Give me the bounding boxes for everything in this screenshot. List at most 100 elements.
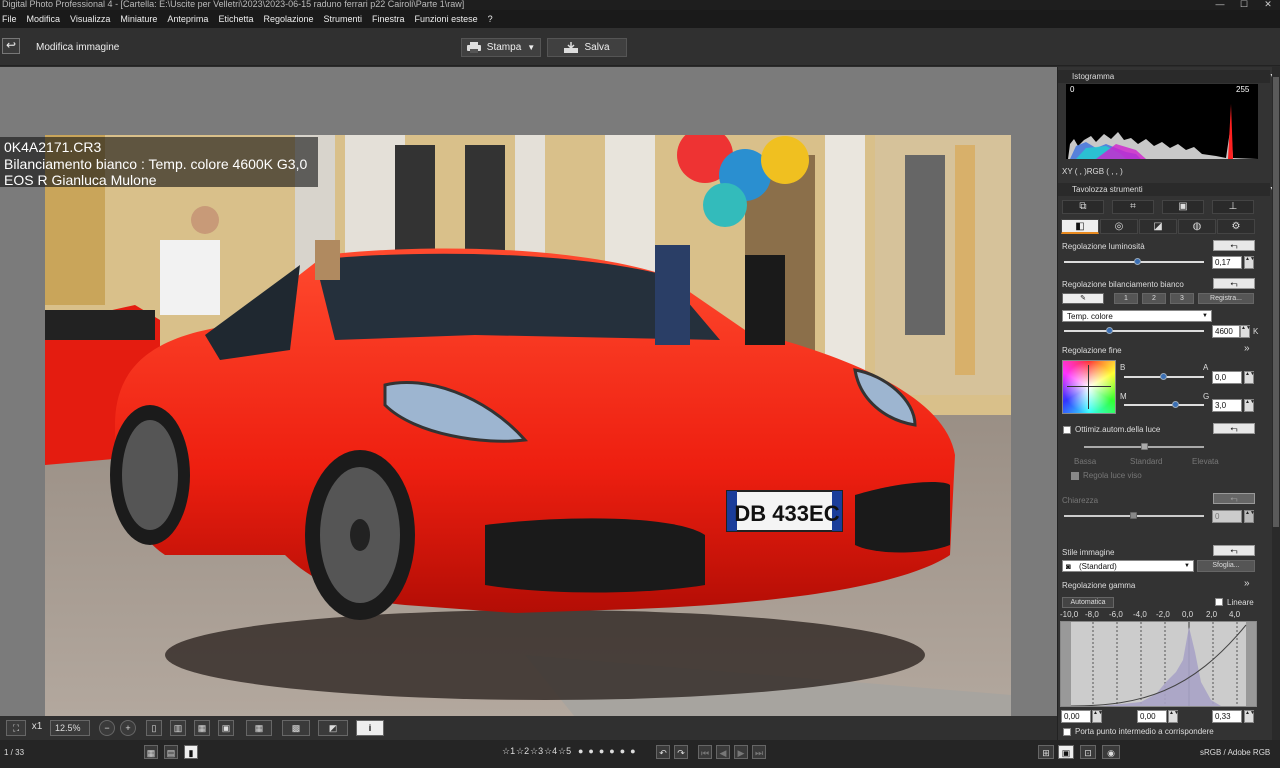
menu-tools[interactable]: Strumenti	[324, 14, 363, 24]
highlight-icon[interactable]: ▩	[282, 720, 310, 736]
prev-image-icon[interactable]: ◀	[716, 745, 730, 759]
chevron-down-icon[interactable]: ▼	[1184, 561, 1190, 572]
clarity-knob[interactable]	[1130, 512, 1137, 519]
clarity-value[interactable]: 0	[1212, 510, 1242, 523]
info-icon[interactable]: i	[356, 720, 384, 736]
rotate-left-icon[interactable]: ↶	[656, 745, 670, 759]
clarity-reset-button[interactable]: ⮢	[1213, 493, 1255, 504]
print-button[interactable]: Stampa ▼	[461, 38, 541, 57]
color-compare-icon[interactable]: ◩	[318, 720, 348, 736]
compare-icon[interactable]: ⊞	[1038, 745, 1054, 759]
brightness-knob[interactable]	[1134, 258, 1141, 265]
fine-mg-spin[interactable]: ▲▼	[1244, 399, 1255, 412]
capture-icon[interactable]: ⊡	[1080, 745, 1096, 759]
tool-crop-icon[interactable]: ⌗	[1112, 200, 1154, 214]
single-view-icon[interactable]: ▮	[184, 745, 198, 759]
menu-preview[interactable]: Anteprima	[167, 14, 208, 24]
picture-style-reset-button[interactable]: ⮢	[1213, 545, 1255, 556]
brightness-value[interactable]: 0,17	[1212, 256, 1242, 269]
color-label-dots[interactable]: ●●●●●●	[578, 746, 641, 756]
menu-adjust[interactable]: Regolazione	[263, 14, 313, 24]
brightness-reset-button[interactable]: ⮢	[1213, 240, 1255, 251]
zoom-select[interactable]: 12.5%	[50, 720, 90, 736]
next-image-icon[interactable]: ▶	[734, 745, 748, 759]
auto-light-knob[interactable]	[1141, 443, 1148, 450]
tab-tone[interactable]: ◪	[1139, 219, 1177, 234]
back-button[interactable]: ↩	[2, 38, 20, 54]
split-view-icon[interactable]: ▦	[194, 720, 210, 736]
rating-3[interactable]: ☆3	[530, 746, 543, 757]
rating-1[interactable]: ☆1	[502, 746, 515, 757]
gamma-low-spin[interactable]: ▲▼	[1092, 710, 1103, 723]
wb-temp-knob[interactable]	[1106, 327, 1113, 334]
gamma-high-value[interactable]: 0,33	[1212, 710, 1242, 723]
zoom-in-button[interactable]: +	[120, 720, 136, 736]
wb-preset-1[interactable]: 1	[1114, 293, 1138, 304]
fine-mg-value[interactable]: 3,0	[1212, 399, 1242, 412]
tool-palette-header[interactable]: Tavolozza strumenti▼	[1058, 183, 1276, 196]
panel-scrollbar[interactable]	[1272, 67, 1280, 740]
fine-ba-spin[interactable]: ▲▼	[1244, 371, 1255, 384]
rating-2[interactable]: ☆2	[516, 746, 529, 757]
fine-mg-knob[interactable]	[1172, 401, 1179, 408]
face-light-checkbox[interactable]	[1071, 472, 1079, 480]
menu-file[interactable]: File	[2, 14, 17, 24]
edit-view-icon[interactable]: ▣	[1058, 745, 1074, 759]
auto-light-checkbox[interactable]	[1063, 426, 1071, 434]
fit-screen-icon[interactable]: ⛶	[6, 720, 26, 736]
tab-color[interactable]: ◍	[1178, 219, 1216, 234]
wb-temp-spin[interactable]: ▲▼	[1240, 325, 1251, 338]
camera-icon[interactable]: ◉	[1102, 745, 1120, 759]
color-wheel[interactable]	[1062, 360, 1116, 414]
tab-lens[interactable]: ◎	[1100, 219, 1138, 234]
eyedropper-icon[interactable]: ✎	[1062, 293, 1104, 304]
menu-window[interactable]: Finestra	[372, 14, 405, 24]
menu-thumbnails[interactable]: Miniature	[120, 14, 157, 24]
close-button[interactable]: ✕	[1256, 0, 1280, 10]
picture-style-select[interactable]: ◙ (Standard) ▼	[1062, 560, 1194, 572]
compare-view-icon[interactable]: ▥	[170, 720, 186, 736]
menu-label[interactable]: Etichetta	[218, 14, 253, 24]
tool-stamp-icon[interactable]: ⊥	[1212, 200, 1254, 214]
double-chevron-icon[interactable]: »	[1244, 343, 1250, 354]
fine-ba-value[interactable]: 0,0	[1212, 371, 1242, 384]
first-image-icon[interactable]: ⏮	[698, 745, 712, 759]
wb-temp-slider[interactable]	[1064, 330, 1204, 332]
chevron-down-icon[interactable]: ▼	[1202, 311, 1208, 322]
rating-5[interactable]: ☆5	[558, 746, 571, 757]
auto-light-reset-button[interactable]: ⮢	[1213, 423, 1255, 434]
last-image-icon[interactable]: ⏭	[752, 745, 766, 759]
menu-help[interactable]: ?	[488, 14, 493, 24]
save-button[interactable]: Salva	[547, 38, 627, 57]
gamma-mid-spin[interactable]: ▲▼	[1168, 710, 1179, 723]
wb-register-button[interactable]: Registra...	[1198, 293, 1254, 304]
maximize-button[interactable]: ☐	[1232, 0, 1256, 10]
clarity-spin[interactable]: ▲▼	[1244, 510, 1255, 523]
gamma-mid-value[interactable]: 0,00	[1137, 710, 1167, 723]
histogram-header[interactable]: Istogramma▼	[1058, 70, 1276, 83]
filmstrip-view-icon[interactable]: ▤	[164, 745, 178, 759]
fine-mg-slider[interactable]	[1124, 404, 1204, 406]
crop-view-icon[interactable]: ▯	[146, 720, 162, 736]
zoom-ratio[interactable]: x1	[28, 720, 46, 736]
gamma-curve-graph[interactable]	[1060, 621, 1257, 707]
tab-basic[interactable]: ◧	[1061, 219, 1099, 234]
thumbnail-view-icon[interactable]: ▦	[144, 745, 158, 759]
tab-settings[interactable]: ⚙	[1217, 219, 1255, 234]
tool-compare-icon[interactable]: ⧉	[1062, 200, 1104, 214]
gamma-low-value[interactable]: 0,00	[1061, 710, 1091, 723]
gamma-high-spin[interactable]: ▲▼	[1244, 710, 1255, 723]
wb-reset-button[interactable]: ⮢	[1213, 278, 1255, 289]
wb-mode-select[interactable]: Temp. colore ▼	[1062, 310, 1212, 322]
chevron-down-icon[interactable]: ▼	[527, 43, 535, 52]
double-chevron-icon[interactable]: »	[1244, 578, 1250, 589]
wb-preset-3[interactable]: 3	[1170, 293, 1194, 304]
image-workspace[interactable]: DB 433EC 0K4A2171.CR3 Bilanciamento bian…	[0, 67, 1057, 768]
picture-style-browse-button[interactable]: Sfoglia...	[1197, 560, 1255, 572]
menu-extended[interactable]: Funzioni estese	[415, 14, 478, 24]
gamma-linear-checkbox[interactable]	[1215, 598, 1223, 606]
minimize-button[interactable]: —	[1208, 0, 1232, 10]
tool-dust-icon[interactable]: ▣	[1162, 200, 1204, 214]
rating-4[interactable]: ☆4	[544, 746, 557, 757]
gamma-midpoint-checkbox[interactable]	[1063, 728, 1071, 736]
